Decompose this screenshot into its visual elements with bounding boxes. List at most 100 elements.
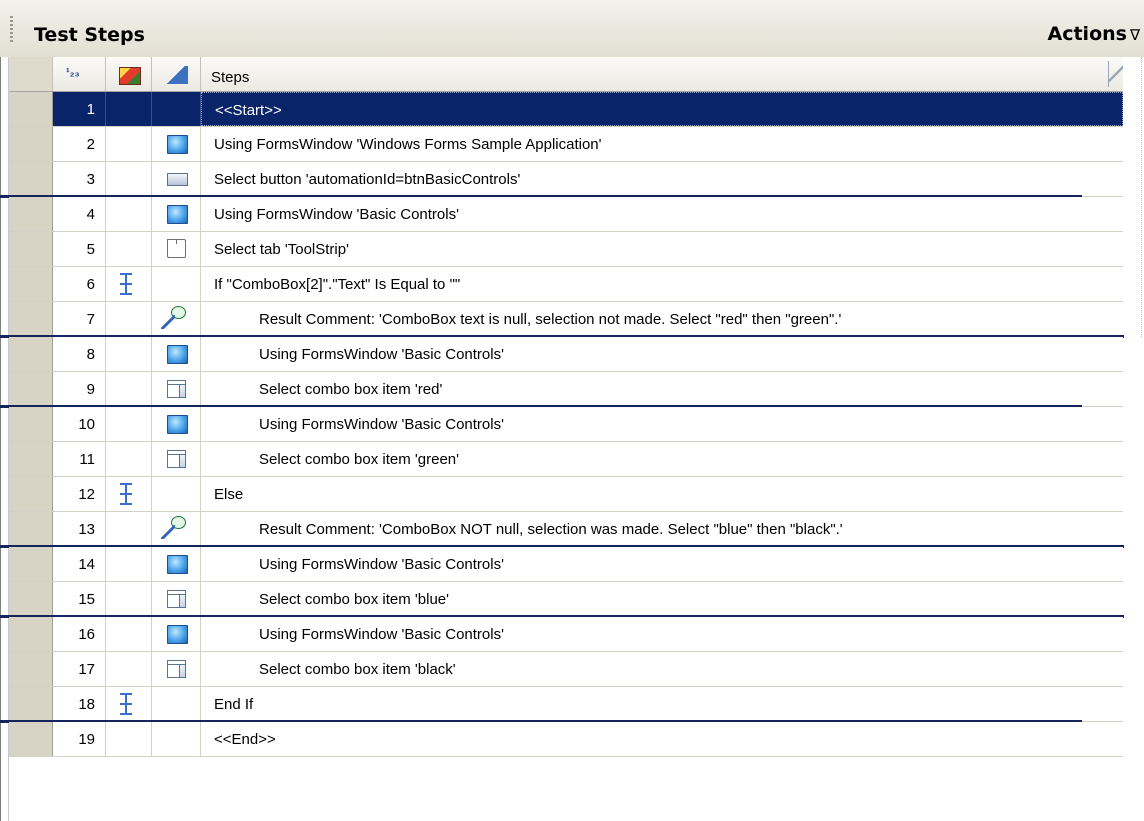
actions-menu-button[interactable]: Actions ∇ <box>1048 23 1141 45</box>
step-number: 1 <box>53 92 106 126</box>
step-number: 8 <box>53 337 106 371</box>
step-text: Select button 'automationId=btnBasicCont… <box>214 171 521 188</box>
window-icon <box>167 415 188 434</box>
row-selector[interactable] <box>9 512 53 546</box>
row-selector[interactable] <box>9 162 53 196</box>
test-steps-grid: ¹₂₃ Steps 1 <<Start>> 2 Using FormsWindow '… <box>0 57 1124 821</box>
result-comment-icon <box>161 306 186 330</box>
type-cell <box>152 127 201 161</box>
step-number: 10 <box>53 407 106 441</box>
row-selector[interactable] <box>9 582 53 616</box>
window-icon <box>167 625 188 644</box>
row-selector[interactable] <box>9 337 53 371</box>
type-cell <box>152 477 201 511</box>
flow-cell <box>106 127 152 161</box>
object-repository-icon <box>119 67 141 85</box>
step-row[interactable]: 1 <<Start>> <box>9 92 1123 127</box>
row-selector[interactable] <box>9 302 53 336</box>
step-row[interactable]: 7 Result Comment: 'ComboBox text is null,… <box>0 302 1124 338</box>
type-cell <box>152 547 201 581</box>
step-row[interactable]: 4 Using FormsWindow 'Basic Controls' <box>9 197 1123 232</box>
step-row[interactable]: 5 Select tab 'ToolStrip' <box>9 232 1123 267</box>
step-number: 11 <box>53 442 106 476</box>
step-text: Select combo box item 'blue' <box>259 591 449 608</box>
step-text: Using FormsWindow 'Windows Forms Sample … <box>214 136 602 153</box>
column-chooser-icon[interactable] <box>1108 61 1123 87</box>
type-cell <box>152 337 201 371</box>
row-selector[interactable] <box>9 722 53 756</box>
step-number: 5 <box>53 232 106 266</box>
row-selector[interactable] <box>9 197 53 231</box>
step-number: 9 <box>53 372 106 406</box>
step-row[interactable]: 13 Result Comment: 'ComboBox NOT null, se… <box>0 512 1124 548</box>
step-text: Select combo box item 'green' <box>259 451 459 468</box>
row-selector[interactable] <box>9 477 53 511</box>
row-selector[interactable] <box>9 232 53 266</box>
flow-cell <box>106 617 152 651</box>
step-row[interactable]: 3 Select button 'automationId=btnBasicCon… <box>0 162 1123 198</box>
step-row[interactable]: 17 Select combo box item 'black' <box>9 652 1123 687</box>
step-row[interactable]: 12 Else <box>9 477 1123 512</box>
row-selector[interactable] <box>9 92 53 126</box>
step-row[interactable]: 16 Using FormsWindow 'Basic Controls' <box>9 617 1123 652</box>
row-selector[interactable] <box>9 127 53 161</box>
step-row[interactable]: 14 Using FormsWindow 'Basic Controls' <box>9 547 1123 582</box>
step-text: <<Start>> <box>201 92 1123 126</box>
step-text: Using FormsWindow 'Basic Controls' <box>214 206 459 223</box>
step-row[interactable]: 19 <<End>> <box>9 722 1123 757</box>
drag-grip-icon[interactable] <box>10 16 13 44</box>
column-header-number[interactable]: ¹₂₃ <box>53 57 106 91</box>
step-number: 3 <box>53 162 106 196</box>
step-row[interactable]: 9 Select combo box item 'red' <box>0 372 1123 408</box>
type-cell <box>152 722 201 756</box>
type-cell <box>152 92 201 126</box>
flow-cell <box>106 232 152 266</box>
step-row[interactable]: 10 Using FormsWindow 'Basic Controls' <box>9 407 1123 442</box>
step-row[interactable]: 2 Using FormsWindow 'Windows Forms Sample… <box>9 127 1123 162</box>
flow-control-icon <box>120 483 132 505</box>
flow-cell <box>106 267 152 301</box>
column-header-steps[interactable]: Steps <box>201 57 1123 91</box>
step-row[interactable]: 6 If "ComboBox[2]"."Text" Is Equal to "" <box>9 267 1123 302</box>
flow-control-icon <box>120 273 132 295</box>
type-cell <box>152 617 201 651</box>
panel-title: Test Steps <box>34 24 145 46</box>
step-row[interactable]: 15 Select combo box item 'blue' <box>0 582 1124 618</box>
select-all-header[interactable] <box>9 57 53 91</box>
step-text: Using FormsWindow 'Basic Controls' <box>259 556 504 573</box>
flow-cell <box>106 652 152 686</box>
step-row[interactable]: 11 Select combo box item 'green' <box>9 442 1123 477</box>
step-number: 19 <box>53 722 106 756</box>
row-selector[interactable] <box>9 687 53 721</box>
steps-rows: 1 <<Start>> 2 Using FormsWindow 'Windows Fo… <box>0 92 1124 757</box>
step-number: 16 <box>53 617 106 651</box>
row-selector[interactable] <box>9 442 53 476</box>
step-row[interactable]: 8 Using FormsWindow 'Basic Controls' <box>9 337 1123 372</box>
row-selector[interactable] <box>9 652 53 686</box>
column-header-object[interactable] <box>106 57 152 91</box>
column-header-type[interactable] <box>152 57 201 91</box>
step-text: Select tab 'ToolStrip' <box>214 241 349 258</box>
flow-control-icon <box>120 693 132 715</box>
row-selector[interactable] <box>9 267 53 301</box>
step-type-icon <box>164 66 188 84</box>
step-number: 18 <box>53 687 106 721</box>
dropdown-arrow-icon: ∇ <box>1129 26 1140 44</box>
row-selector[interactable] <box>9 617 53 651</box>
step-row[interactable]: 18 End If <box>0 687 1123 723</box>
step-number: 15 <box>53 582 106 616</box>
row-selector[interactable] <box>9 547 53 581</box>
flow-cell <box>106 477 152 511</box>
type-cell <box>152 652 201 686</box>
flow-cell <box>106 197 152 231</box>
step-text: Select combo box item 'red' <box>259 381 443 398</box>
tab-icon <box>167 239 186 258</box>
row-selector[interactable] <box>9 407 53 441</box>
step-text: If "ComboBox[2]"."Text" Is Equal to "" <box>214 276 461 293</box>
type-cell <box>152 267 201 301</box>
row-selector[interactable] <box>9 372 53 406</box>
step-text: End If <box>214 696 254 713</box>
flow-cell <box>106 442 152 476</box>
step-number: 12 <box>53 477 106 511</box>
type-cell <box>152 687 201 721</box>
